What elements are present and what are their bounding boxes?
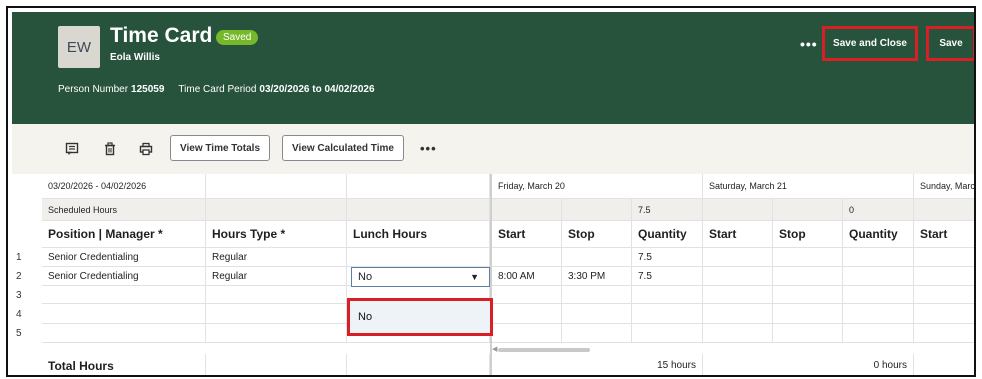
cell-quantity[interactable] [843,248,914,267]
total-hours-label: Total Hours [42,354,206,375]
save-button[interactable]: Save [926,26,974,61]
view-calculated-time-button[interactable]: View Calculated Time [282,135,404,161]
day-header-friday: Friday, March 20 [492,174,703,199]
cell-start[interactable] [914,267,974,286]
lunch-hours-select[interactable]: No ▼ [351,267,490,287]
timecard-meta: Person Number 125059 Time Card Period 03/20… [58,84,375,95]
row-number: 4 [16,308,22,320]
column-header-quantity[interactable]: Quantity [843,221,914,248]
period-value: 03/20/2026 to 04/02/2026 [259,84,375,95]
toolbar: View Time Totals View Calculated Time ••… [12,124,974,174]
scroll-left-icon[interactable]: ◀ [492,345,497,353]
cell-quantity[interactable]: 7.5 [632,248,703,267]
person-name: Eola Willis [110,52,160,63]
row-number: 3 [16,289,22,301]
cell-lunch-hours[interactable] [347,248,490,267]
person-number-value: 125059 [131,84,165,95]
cell-quantity[interactable]: 7.5 [632,267,703,286]
row-number: 1 [16,252,22,263]
lunch-hours-dropdown: No [347,298,493,336]
comment-icon[interactable] [64,141,80,157]
period-label: Time Card Period [178,84,257,95]
avatar: EW [58,26,100,68]
column-header-quantity[interactable]: Quantity [632,221,703,248]
cell-position[interactable] [42,286,206,304]
page-title: Time Card [110,24,213,47]
cell-start[interactable] [703,248,773,267]
status-badge: Saved [216,30,259,45]
delete-icon[interactable] [102,141,118,157]
total-hours-friday: 15 hours [492,354,703,375]
cell-hours-type[interactable] [206,304,347,324]
print-icon[interactable] [138,141,154,157]
person-number-label: Person Number [58,84,129,95]
dropdown-option-no[interactable]: No [358,311,372,323]
day-header-sunday: Sunday, March 22 [914,174,974,199]
cell-stop[interactable] [562,248,632,267]
cell-start[interactable] [914,248,974,267]
scheduled-saturday: 0 [843,199,914,221]
cell-stop[interactable] [773,267,843,286]
scheduled-hours-label: Scheduled Hours [42,199,206,221]
chevron-down-icon[interactable]: ▼ [470,272,479,282]
cell-hours-type[interactable] [206,286,347,304]
cell-position[interactable]: Senior Credentialing [42,267,206,286]
column-header-stop[interactable]: Stop [773,221,843,248]
cell-position[interactable] [42,324,206,343]
column-header-position[interactable]: Position | Manager * [42,221,206,248]
cell-start[interactable]: 8:00 AM [492,267,562,286]
lunch-hours-value: No [358,271,373,283]
toolbar-more-icon[interactable]: ••• [420,141,437,156]
app-frame: EW Time Card Saved Eola Willis Person Nu… [6,6,976,377]
frozen-column-divider [490,174,492,375]
cell-hours-type[interactable]: Regular [206,248,347,267]
cell-hours-type[interactable]: Regular [206,267,347,286]
column-header-hours-type[interactable]: Hours Type * [206,221,347,248]
horizontal-scrollbar[interactable] [498,348,590,352]
column-header-start[interactable]: Start [703,221,773,248]
cell-position[interactable] [42,304,206,324]
total-hours-saturday: 0 hours [703,354,914,375]
cell-position[interactable]: Senior Credentialing [42,248,206,267]
cell-stop[interactable]: 3:30 PM [562,267,632,286]
row-number: 5 [16,328,22,339]
cell-stop[interactable] [773,248,843,267]
scheduled-friday: 7.5 [632,199,703,221]
cell-start[interactable] [492,248,562,267]
save-and-close-button[interactable]: Save and Close [822,26,918,61]
column-header-start[interactable]: Start [914,221,974,248]
page-header: EW Time Card Saved Eola Willis Person Nu… [12,12,974,124]
view-time-totals-button[interactable]: View Time Totals [170,135,270,161]
column-header-stop[interactable]: Stop [562,221,632,248]
column-header-start[interactable]: Start [492,221,562,248]
more-actions-icon[interactable]: ••• [800,36,818,52]
day-header-saturday: Saturday, March 21 [703,174,914,199]
cell-hours-type[interactable] [206,324,347,343]
row-number: 2 [16,271,22,282]
column-header-lunch-hours[interactable]: Lunch Hours [347,221,490,248]
cell-start[interactable] [703,267,773,286]
time-entry-grid: 03/20/2026 - 04/02/2026 Friday, March 20… [12,174,974,375]
period-range-cell: 03/20/2026 - 04/02/2026 [42,174,206,199]
cell-quantity[interactable] [843,267,914,286]
